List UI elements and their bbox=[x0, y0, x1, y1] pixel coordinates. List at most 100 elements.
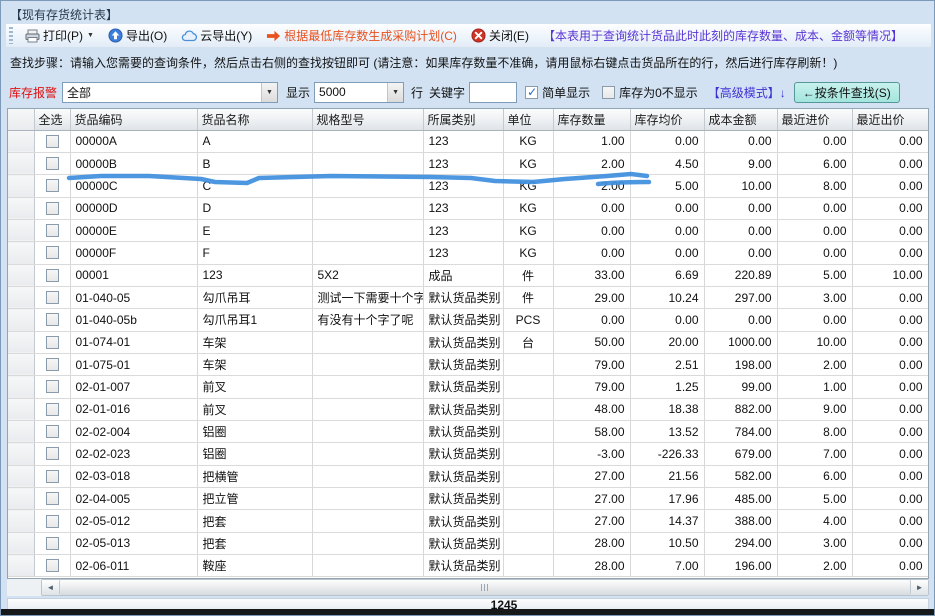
cell-category[interactable]: 成品 bbox=[423, 264, 503, 286]
cell-category[interactable]: 默认货品类别 bbox=[423, 443, 503, 465]
cell-cost[interactable]: 198.00 bbox=[704, 353, 777, 375]
chevron-down-icon[interactable]: ▼ bbox=[261, 83, 277, 102]
cell-last-out-price[interactable]: 0.00 bbox=[852, 197, 928, 219]
cell-last-in-price[interactable]: 0.00 bbox=[777, 309, 852, 331]
cell-spec[interactable] bbox=[312, 420, 423, 442]
cell-unit[interactable]: 件 bbox=[503, 264, 553, 286]
cell-avg-price[interactable]: -226.33 bbox=[630, 443, 704, 465]
cell-cost[interactable]: 9.00 bbox=[704, 152, 777, 174]
column-header[interactable]: 单位 bbox=[503, 109, 553, 130]
row-indicator[interactable] bbox=[8, 398, 34, 420]
cell-spec[interactable] bbox=[312, 353, 423, 375]
row-indicator[interactable] bbox=[8, 376, 34, 398]
cell-name[interactable]: 车架 bbox=[197, 331, 312, 353]
cell-category[interactable]: 默认货品类别 bbox=[423, 420, 503, 442]
cell-name[interactable]: A bbox=[197, 130, 312, 152]
cell-name[interactable]: 鞍座 bbox=[197, 555, 312, 577]
cell-last-in-price[interactable]: 8.00 bbox=[777, 175, 852, 197]
cell-unit[interactable] bbox=[503, 465, 553, 487]
cell-cost[interactable]: 297.00 bbox=[704, 286, 777, 308]
cell-qty[interactable]: 0.00 bbox=[553, 219, 630, 241]
row-checkbox[interactable] bbox=[46, 492, 59, 505]
row-indicator[interactable] bbox=[8, 130, 34, 152]
cell-category[interactable]: 默认货品类别 bbox=[423, 353, 503, 375]
row-indicator[interactable] bbox=[8, 331, 34, 353]
cell-category[interactable]: 123 bbox=[423, 242, 503, 264]
cell-name[interactable]: D bbox=[197, 197, 312, 219]
cell-cost[interactable]: 882.00 bbox=[704, 398, 777, 420]
cell-category[interactable]: 默认货品类别 bbox=[423, 398, 503, 420]
row-indicator[interactable] bbox=[8, 420, 34, 442]
cell-last-in-price[interactable]: 7.00 bbox=[777, 443, 852, 465]
cell-cost[interactable]: 220.89 bbox=[704, 264, 777, 286]
row-checkbox[interactable] bbox=[46, 291, 59, 304]
cell-avg-price[interactable]: 10.50 bbox=[630, 532, 704, 554]
cell-last-in-price[interactable]: 5.00 bbox=[777, 488, 852, 510]
cell-unit[interactable]: PCS bbox=[503, 309, 553, 331]
cell-spec[interactable] bbox=[312, 555, 423, 577]
cell-category[interactable]: 默认货品类别 bbox=[423, 465, 503, 487]
cell-unit[interactable] bbox=[503, 420, 553, 442]
cell-last-out-price[interactable]: 10.00 bbox=[852, 264, 928, 286]
select-all-header[interactable]: 全选 bbox=[34, 109, 70, 130]
cell-last-out-price[interactable]: 0.00 bbox=[852, 219, 928, 241]
row-checkbox[interactable] bbox=[46, 224, 59, 237]
cell-spec[interactable] bbox=[312, 242, 423, 264]
cell-spec[interactable] bbox=[312, 532, 423, 554]
cell-spec[interactable] bbox=[312, 219, 423, 241]
cell-name[interactable]: F bbox=[197, 242, 312, 264]
cell-cost[interactable]: 784.00 bbox=[704, 420, 777, 442]
cell-qty[interactable]: 33.00 bbox=[553, 264, 630, 286]
column-header[interactable]: 货品编码 bbox=[70, 109, 197, 130]
cell-category[interactable]: 123 bbox=[423, 175, 503, 197]
column-header[interactable]: 最近出价 bbox=[852, 109, 928, 130]
cell-qty[interactable]: 79.00 bbox=[553, 353, 630, 375]
cell-qty[interactable]: 79.00 bbox=[553, 376, 630, 398]
row-indicator[interactable] bbox=[8, 286, 34, 308]
row-indicator[interactable] bbox=[8, 264, 34, 286]
hide-zero-stock-checkbox[interactable] bbox=[602, 86, 615, 99]
cell-avg-price[interactable]: 21.56 bbox=[630, 465, 704, 487]
cell-name[interactable]: 车架 bbox=[197, 353, 312, 375]
row-checkbox[interactable] bbox=[46, 537, 59, 550]
table-row[interactable]: 000011235X2成品件33.006.69220.895.0010.00 bbox=[8, 264, 928, 286]
cell-last-in-price[interactable]: 8.00 bbox=[777, 420, 852, 442]
cell-qty[interactable]: 0.00 bbox=[553, 242, 630, 264]
cell-avg-price[interactable]: 4.50 bbox=[630, 152, 704, 174]
cell-name[interactable]: 勾爪吊耳 bbox=[197, 286, 312, 308]
cell-code[interactable]: 01-075-01 bbox=[70, 353, 197, 375]
table-row[interactable]: 00000EE123KG0.000.000.000.000.00 bbox=[8, 219, 928, 241]
cell-unit[interactable]: 件 bbox=[503, 286, 553, 308]
cell-unit[interactable] bbox=[503, 555, 553, 577]
cell-last-in-price[interactable]: 0.00 bbox=[777, 130, 852, 152]
cell-unit[interactable] bbox=[503, 510, 553, 532]
column-header[interactable]: 成本金额 bbox=[704, 109, 777, 130]
cell-avg-price[interactable]: 17.96 bbox=[630, 488, 704, 510]
cell-avg-price[interactable]: 0.00 bbox=[630, 130, 704, 152]
cell-cost[interactable]: 0.00 bbox=[704, 242, 777, 264]
cell-cost[interactable]: 1000.00 bbox=[704, 331, 777, 353]
cell-qty[interactable]: 2.00 bbox=[553, 152, 630, 174]
cell-avg-price[interactable]: 0.00 bbox=[630, 242, 704, 264]
table-row[interactable]: 02-02-004铝圈默认货品类别58.0013.52784.008.000.0… bbox=[8, 420, 928, 442]
cell-unit[interactable]: 台 bbox=[503, 331, 553, 353]
cell-category[interactable]: 123 bbox=[423, 197, 503, 219]
scroll-right-arrow-icon[interactable]: ► bbox=[911, 580, 928, 595]
table-row[interactable]: 01-040-05b勾爪吊耳1有没有十个字了呢默认货品类别PCS0.000.00… bbox=[8, 309, 928, 331]
cell-category[interactable]: 默认货品类别 bbox=[423, 286, 503, 308]
cell-code[interactable]: 02-05-013 bbox=[70, 532, 197, 554]
row-indicator[interactable] bbox=[8, 152, 34, 174]
cell-qty[interactable]: 2.00 bbox=[553, 175, 630, 197]
cell-code[interactable]: 02-02-004 bbox=[70, 420, 197, 442]
cell-last-out-price[interactable]: 0.00 bbox=[852, 152, 928, 174]
horizontal-scrollbar[interactable]: ◄ ► bbox=[41, 579, 929, 596]
row-checkbox[interactable] bbox=[46, 447, 59, 460]
cell-last-out-price[interactable]: 0.00 bbox=[852, 309, 928, 331]
table-row[interactable]: 02-04-005把立管默认货品类别27.0017.96485.005.000.… bbox=[8, 488, 928, 510]
cell-code[interactable]: 00000A bbox=[70, 130, 197, 152]
row-indicator[interactable] bbox=[8, 510, 34, 532]
cell-avg-price[interactable]: 14.37 bbox=[630, 510, 704, 532]
row-indicator[interactable] bbox=[8, 175, 34, 197]
cell-name[interactable]: 前叉 bbox=[197, 376, 312, 398]
row-checkbox[interactable] bbox=[46, 403, 59, 416]
